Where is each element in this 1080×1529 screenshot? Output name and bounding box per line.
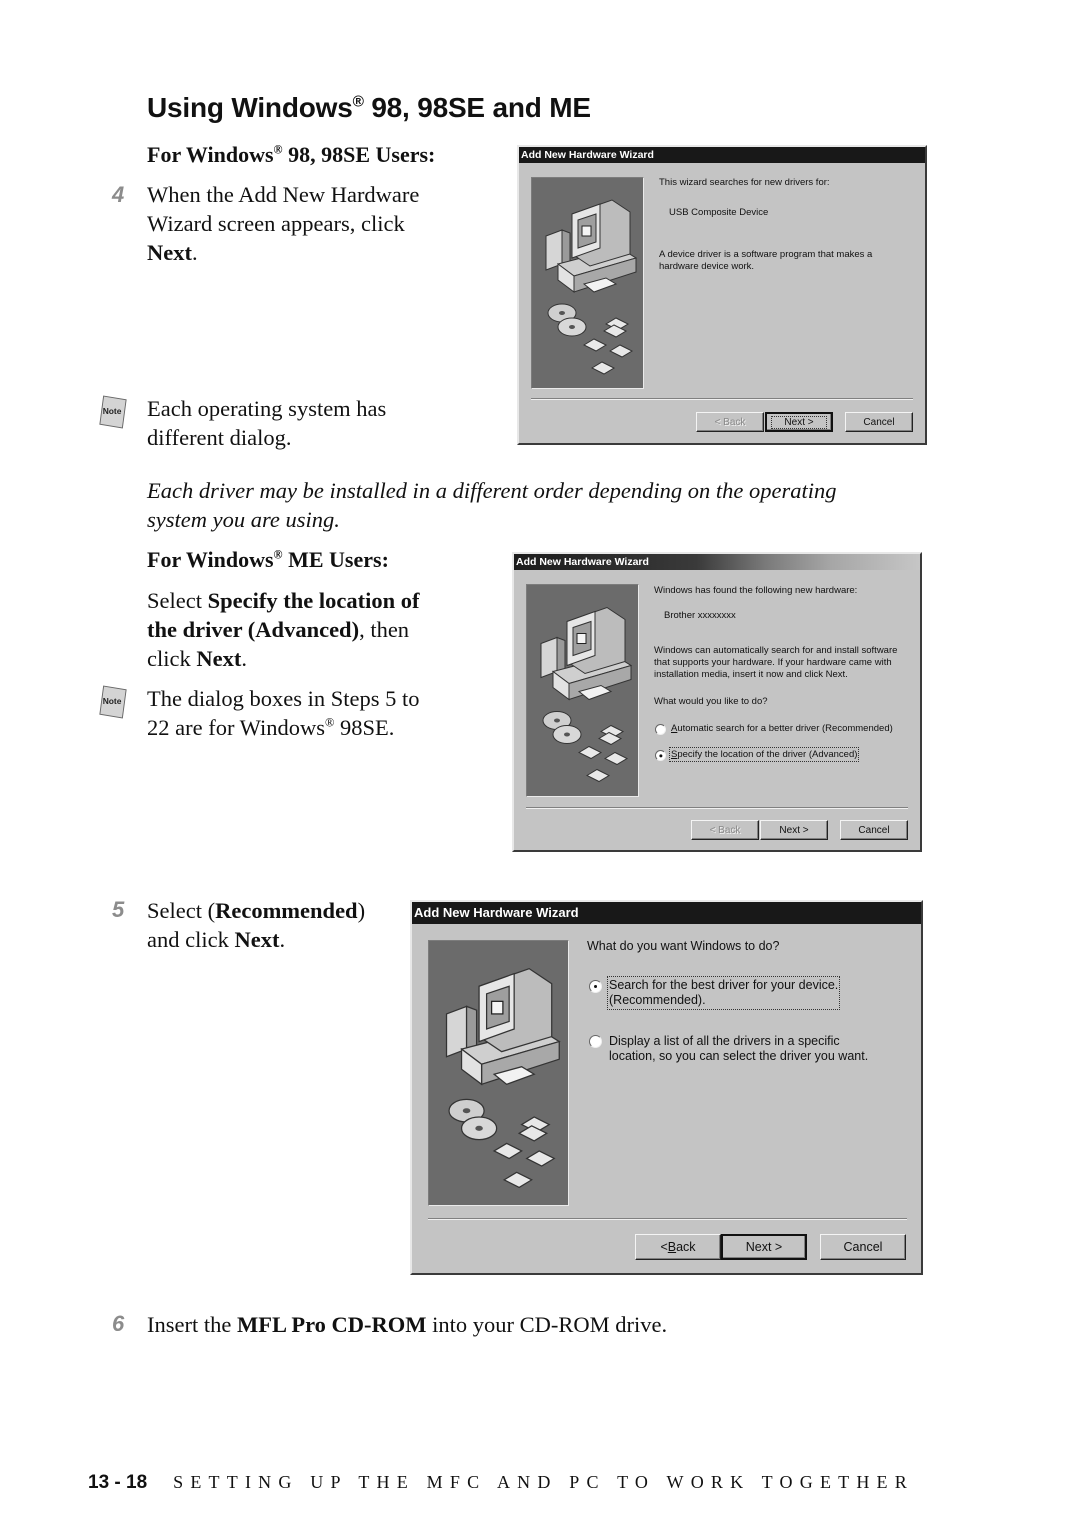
dialog-question: What would you like to do?: [654, 696, 768, 707]
next-button[interactable]: Next >: [760, 820, 828, 840]
separator: [526, 807, 908, 809]
section-heading-98: For Windows® 98, 98SE Users:: [147, 142, 436, 167]
separator: [428, 1218, 907, 1220]
dialog-description-1: Windows can automatically search for and…: [654, 645, 898, 656]
option-display-list-label[interactable]: Display a list of all the drivers in a s…: [609, 1034, 868, 1064]
wizard-illustration: [526, 584, 639, 797]
computer-disks-icon: [445, 968, 560, 1189]
me-instruction-text: Select Specify the location of the drive…: [147, 588, 420, 671]
dialog-title-bar: Add New Hardware Wizard: [514, 554, 920, 570]
dialog-description-2: hardware device work.: [659, 261, 755, 272]
page-number: 13 - 18: [88, 1472, 148, 1493]
wizard-illustration: [531, 177, 644, 389]
back-button[interactable]: < Back: [691, 820, 759, 840]
section-heading-me: For Windows® ME Users:: [147, 547, 389, 572]
step-number-5: 5: [112, 897, 125, 922]
wizard-dialog-me: Add New Hardware Wizard Windows has foun…: [512, 552, 922, 852]
device-name: Brother xxxxxxxx: [664, 610, 736, 621]
computer-disks-icon: [540, 607, 632, 782]
radio-display-list[interactable]: [589, 1035, 602, 1048]
driver-order-note: Each driver may be installed in a differ…: [147, 478, 837, 532]
option-search-best-driver-label[interactable]: Search for the best driver for your devi…: [606, 976, 841, 1010]
svg-text:Note: Note: [103, 406, 122, 416]
next-button[interactable]: Next >: [765, 412, 833, 432]
step-6-text: Insert the MFL Pro CD-ROM into your CD-R…: [147, 1312, 668, 1337]
radio-search-best-driver[interactable]: [589, 980, 602, 993]
svg-text:Note: Note: [103, 696, 122, 706]
option-specify-location-label[interactable]: Specify the location of the driver (Adva…: [668, 747, 860, 762]
note-icon: Note: [99, 395, 127, 429]
wizard-dialog-98se: Add New Hardware Wizard What do you want…: [410, 900, 923, 1275]
wizard-illustration: [428, 940, 569, 1206]
back-button[interactable]: < Back: [635, 1234, 721, 1260]
computer-disks-icon: [545, 199, 637, 375]
note-2-text: The dialog boxes in Steps 5 to 22 are fo…: [147, 686, 420, 740]
dialog-title-bar: Add New Hardware Wizard: [519, 147, 925, 163]
dialog-description-3: installation media, insert it now and cl…: [654, 669, 848, 680]
wizard-dialog-98: Add New Hardware Wizard This wizard sear…: [517, 145, 927, 445]
step-number-6: 6: [112, 1311, 125, 1336]
step-4-text: When the Add New Hardware Wizard screen …: [147, 182, 420, 265]
dialog-intro: This wizard searches for new drivers for…: [659, 177, 830, 188]
separator: [531, 398, 913, 400]
page-footer: 13 - 18 SETTING UP THE MFC AND PC TO WORK…: [88, 1472, 914, 1494]
dialog-question: What do you want Windows to do?: [587, 939, 780, 953]
radio-automatic-search[interactable]: [655, 724, 666, 735]
cancel-button[interactable]: Cancel: [820, 1234, 906, 1260]
option-automatic-search-label[interactable]: Automatic search for a better driver (Re…: [671, 723, 893, 734]
device-name: USB Composite Device: [669, 207, 769, 218]
note-icon: Note: [99, 685, 127, 719]
back-button[interactable]: < Back: [696, 412, 764, 432]
dialog-description-2: that supports your hardware. If your har…: [654, 657, 892, 668]
dialog-title-bar: Add New Hardware Wizard: [412, 902, 921, 924]
dialog-description-1: A device driver is a software program th…: [659, 249, 873, 260]
step-5-text: Select (Recommended) and click Next.: [147, 898, 366, 952]
step-number-4: 4: [112, 182, 125, 207]
radio-specify-location[interactable]: [655, 750, 666, 761]
cancel-button[interactable]: Cancel: [845, 412, 913, 432]
note-1-text: Each operating system has different dial…: [147, 396, 387, 450]
next-button[interactable]: Next >: [721, 1234, 807, 1260]
chapter-title: SETTING UP THE MFC AND PC TO WORK TOGETH…: [173, 1472, 914, 1492]
dialog-intro: Windows has found the following new hard…: [654, 585, 858, 596]
page-heading: Using Windows® 98, 98SE and ME: [147, 92, 591, 123]
cancel-button[interactable]: Cancel: [840, 820, 908, 840]
